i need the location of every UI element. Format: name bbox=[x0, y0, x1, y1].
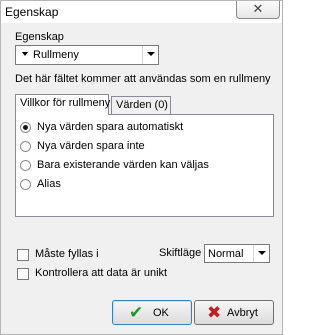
unique-label: Kontrollera att data är unikt bbox=[35, 267, 168, 279]
ok-button[interactable]: ✔ OK bbox=[112, 300, 192, 325]
option-label: Alias bbox=[37, 178, 61, 190]
close-button[interactable]: ✕ bbox=[236, 1, 280, 19]
radio-button[interactable] bbox=[20, 179, 31, 190]
case-mode-select[interactable]: Normal bbox=[204, 244, 270, 263]
radio-button[interactable] bbox=[20, 141, 31, 152]
cancel-button-label: Avbryt bbox=[227, 307, 258, 319]
window-title: Egenskap bbox=[5, 5, 59, 19]
ok-button-label: OK bbox=[153, 307, 169, 319]
case-mode-label: Skiftläge bbox=[159, 247, 202, 259]
unique-checkbox[interactable] bbox=[17, 268, 29, 280]
tab-values-label: Värden (0) bbox=[116, 99, 168, 111]
chevron-down-icon[interactable] bbox=[253, 245, 269, 262]
case-mode-value: Normal bbox=[208, 248, 244, 260]
close-icon: ✕ bbox=[252, 1, 264, 16]
radio-button-selected[interactable] bbox=[20, 122, 31, 133]
info-text: Det här fältet kommer att användas som e… bbox=[15, 73, 271, 85]
radio-button[interactable] bbox=[20, 160, 31, 171]
required-label: Måste fyllas i bbox=[35, 248, 99, 260]
property-label: Egenskap bbox=[15, 31, 64, 43]
title-bar[interactable]: Egenskap ✕ bbox=[1, 1, 282, 23]
dropdown-marker-icon bbox=[22, 52, 28, 56]
option-label: Nya värden spara inte bbox=[37, 140, 145, 152]
option-label: Nya värden spara automatiskt bbox=[37, 121, 184, 133]
tab-values[interactable]: Värden (0) bbox=[111, 96, 171, 114]
property-dialog: Egenskap ✕ Egenskap Rullmeny Det här fäl… bbox=[0, 0, 283, 335]
tab-conditions[interactable]: Villkor för rullmeny bbox=[15, 94, 111, 115]
option-label: Bara existerande värden kan väljas bbox=[37, 159, 209, 171]
cancel-button[interactable]: ✖ Avbryt bbox=[194, 300, 274, 325]
conditions-panel: Nya värden spara automatiskt Nya värden … bbox=[15, 114, 274, 217]
property-select[interactable]: Rullmeny bbox=[15, 45, 159, 65]
required-checkbox[interactable] bbox=[17, 249, 29, 261]
property-select-value: Rullmeny bbox=[33, 49, 79, 61]
tab-conditions-label: Villkor för rullmeny bbox=[20, 97, 111, 109]
chevron-down-icon[interactable] bbox=[142, 46, 158, 64]
cross-icon: ✖ bbox=[207, 303, 222, 322]
checkmark-icon: ✔ bbox=[129, 303, 144, 322]
